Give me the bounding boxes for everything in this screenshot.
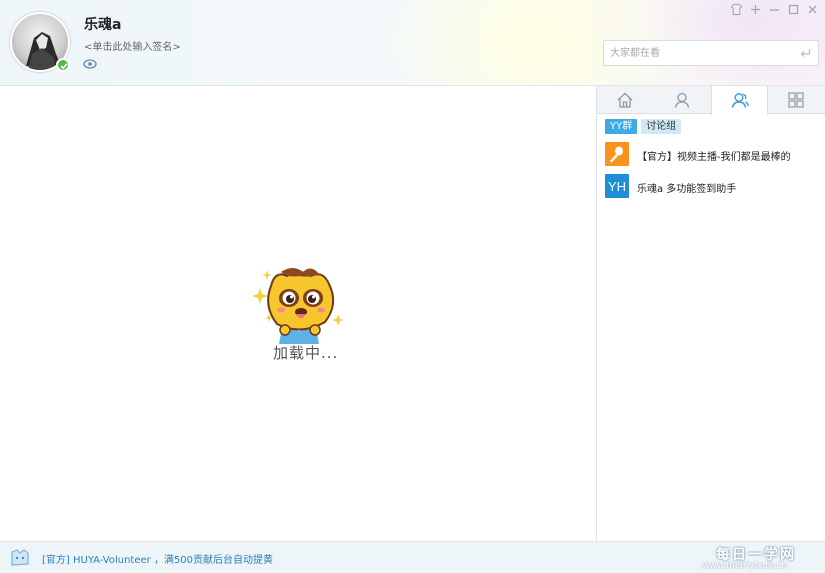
group-icon: [731, 93, 749, 108]
notice-mascot-icon: [11, 549, 29, 566]
group-subtabs: YY群 讨论组: [605, 119, 682, 134]
maximize-icon[interactable]: [787, 3, 800, 16]
right-panel: YY群 讨论组 【官方】视频主播-我们都是最棒的 YH 乐魂a 多功能签到助手: [597, 86, 825, 541]
main-content-area: 加载中...: [0, 86, 597, 541]
home-icon: [617, 92, 633, 108]
tab-contacts[interactable]: [654, 86, 711, 114]
online-status-check-icon: [56, 58, 70, 72]
skin-icon[interactable]: [730, 3, 743, 16]
tab-home[interactable]: [597, 86, 654, 114]
tab-groups[interactable]: [711, 86, 768, 115]
search-box: [603, 40, 819, 66]
close-icon[interactable]: [806, 3, 819, 16]
notice-link[interactable]: [官方] HUYA-Volunteer ，满500贡献后台自动提黄: [42, 551, 273, 566]
eye-icon[interactable]: [83, 58, 97, 70]
microphone-icon: [605, 142, 629, 166]
watermark-url: www.meiriyixue.cn: [702, 561, 788, 571]
search-input[interactable]: [604, 41, 790, 65]
contact-icon: [674, 92, 690, 108]
watermark: 每日一学网 www.meiriyixue.cn: [700, 544, 822, 572]
pin-icon[interactable]: [749, 3, 762, 16]
list-item[interactable]: YH 乐魂a 多功能签到助手: [597, 172, 825, 204]
group-name: 乐魂a 多功能签到助手: [637, 184, 737, 195]
subtab-yy-group[interactable]: YY群: [605, 119, 638, 134]
group-name: 【官方】视频主播-我们都是最棒的: [637, 152, 791, 163]
list-item[interactable]: 【官方】视频主播-我们都是最棒的: [597, 140, 825, 172]
yh-logo-text: YH: [608, 179, 626, 194]
apps-icon: [788, 92, 804, 108]
header-bar: 乐魂a <单击此处输入签名>: [0, 0, 825, 86]
group-list: 【官方】视频主播-我们都是最棒的 YH 乐魂a 多功能签到助手: [597, 140, 825, 204]
username: 乐魂a: [84, 17, 122, 33]
tab-apps[interactable]: [768, 86, 825, 114]
window-controls: [730, 3, 819, 16]
yh-logo-icon: YH: [605, 174, 629, 198]
enter-icon[interactable]: [799, 47, 811, 59]
loading-text: 加载中...: [273, 344, 339, 362]
panel-tabs: [597, 86, 825, 115]
bottom-notice-bar: [官方] HUYA-Volunteer ，满500贡献后台自动提黄 每日一学网 …: [0, 541, 825, 573]
signature-field[interactable]: <单击此处输入签名>: [84, 38, 181, 53]
subtab-discussion[interactable]: 讨论组: [641, 119, 682, 134]
minimize-icon[interactable]: [768, 3, 781, 16]
